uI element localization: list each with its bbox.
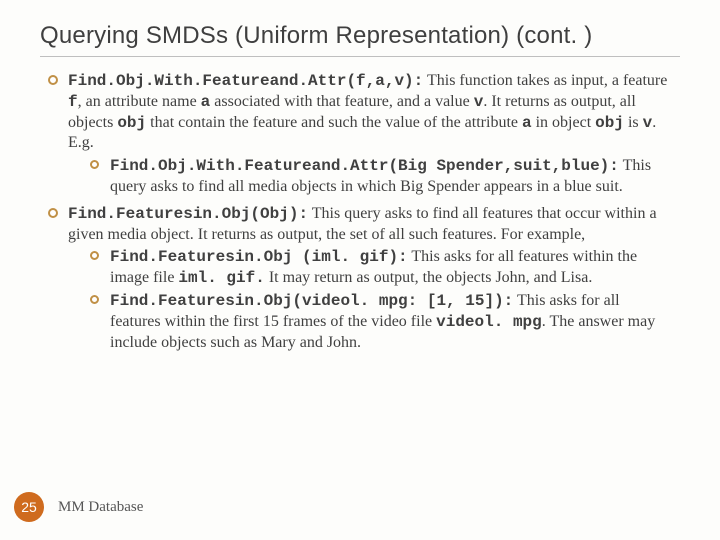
text: that contain the feature and such the va… xyxy=(146,114,522,131)
code: iml. gif. xyxy=(178,269,264,287)
slide-footer: 25 MM Database xyxy=(0,492,143,522)
code: f xyxy=(68,93,78,111)
code: Find.Obj.With.Featureand.Attr(Big Spende… xyxy=(110,157,619,175)
bullet-2-1: Find.Featuresin.Obj (iml. gif): This ask… xyxy=(90,247,674,289)
text: It may return as output, the objects Joh… xyxy=(265,269,592,286)
code: Find.Obj.With.Featureand.Attr(f,a,v): xyxy=(68,72,423,90)
bullet-2: Find.Featuresin.Obj(Obj): This query ask… xyxy=(46,204,674,354)
code: videol. mpg xyxy=(436,313,542,331)
bullet-1-1: Find.Obj.With.Featureand.Attr(Big Spende… xyxy=(90,156,674,198)
page-number-badge: 25 xyxy=(14,492,44,522)
text: , an attribute name xyxy=(78,93,201,110)
sub-list: Find.Featuresin.Obj (iml. gif): This ask… xyxy=(68,247,674,353)
code: Find.Featuresin.Obj(Obj): xyxy=(68,205,308,223)
slide-title: Querying SMDSs (Uniform Representation) … xyxy=(40,22,680,50)
bullet-1: Find.Obj.With.Featureand.Attr(f,a,v): Th… xyxy=(46,71,674,198)
code: v xyxy=(643,114,653,132)
text: associated with that feature, and a valu… xyxy=(210,93,473,110)
sub-list: Find.Obj.With.Featureand.Attr(Big Spende… xyxy=(68,156,674,198)
code: a xyxy=(522,114,532,132)
bullet-list: Find.Obj.With.Featureand.Attr(f,a,v): Th… xyxy=(40,71,680,353)
code: Find.Featuresin.Obj(videol. mpg: [1, 15]… xyxy=(110,292,513,310)
code: a xyxy=(201,93,211,111)
footer-label: MM Database xyxy=(58,499,143,516)
code: Find.Featuresin.Obj (iml. gif): xyxy=(110,248,408,266)
text: This function takes as input, a feature xyxy=(423,72,667,89)
title-rule xyxy=(40,56,680,57)
code: obj xyxy=(117,114,146,132)
text: in object xyxy=(532,114,596,131)
code: obj xyxy=(595,114,624,132)
bullet-2-2: Find.Featuresin.Obj(videol. mpg: [1, 15]… xyxy=(90,291,674,353)
slide: Querying SMDSs (Uniform Representation) … xyxy=(0,0,720,540)
text: is xyxy=(624,114,643,131)
code: v xyxy=(474,93,484,111)
